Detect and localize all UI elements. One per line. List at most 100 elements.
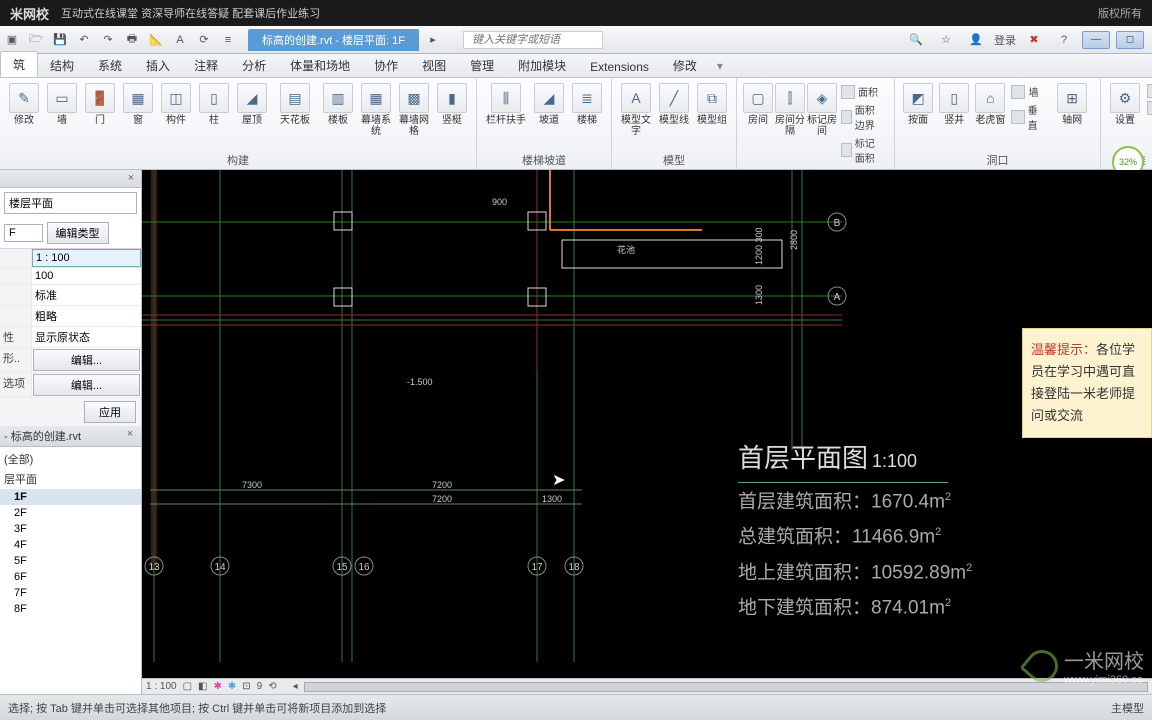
text-icon[interactable]: A (170, 30, 190, 50)
scroll-left-icon[interactable]: ◂ (293, 681, 298, 692)
app-icon[interactable]: ▣ (2, 30, 22, 50)
prop-display[interactable]: 显示原状态 (32, 327, 141, 347)
browser-close-icon[interactable]: × (123, 428, 137, 442)
tool-settings[interactable]: ⚙设置 (1107, 81, 1143, 126)
vc-icon[interactable]: ✱ (228, 681, 236, 692)
tool-room-sep[interactable]: ⫿房间分隔 (775, 81, 805, 137)
tab-manage[interactable]: 管理 (458, 53, 506, 77)
maximize-button[interactable]: ◻ (1116, 31, 1144, 49)
tab-massing[interactable]: 体量和场地 (278, 53, 362, 77)
prop-detail[interactable]: 标准 (32, 285, 141, 305)
tree-item-7f[interactable]: 7F (0, 585, 141, 601)
mini-show[interactable] (1145, 83, 1152, 99)
tool-model-text[interactable]: A模型文字 (618, 81, 654, 137)
edit-type-button[interactable]: 编辑类型 (47, 222, 109, 244)
tab-systems[interactable]: 系统 (86, 53, 134, 77)
view-type-select[interactable]: 楼层平面 (4, 192, 137, 214)
open-icon[interactable]: 🗁 (26, 30, 46, 50)
more-icon[interactable]: ≡ (218, 30, 238, 50)
tree-item-4f[interactable]: 4F (0, 537, 141, 553)
minimize-button[interactable]: — (1082, 31, 1110, 49)
redo-icon[interactable]: ↷ (98, 30, 118, 50)
tab-modify[interactable]: 修改 (661, 53, 709, 77)
vc-icon[interactable]: ⟲ (268, 681, 276, 692)
scale-display[interactable]: 1 : 100 (146, 681, 177, 692)
undo-icon[interactable]: ↶ (74, 30, 94, 50)
tool-dormer[interactable]: ⌂老虎窗 (973, 81, 1007, 126)
hscrollbar[interactable] (304, 682, 1148, 692)
tree-group-all[interactable]: (全部) (0, 449, 141, 469)
login-link[interactable]: 登录 (994, 32, 1016, 48)
tool-door[interactable]: 🚪门 (82, 81, 118, 126)
tree-item-6f[interactable]: 6F (0, 569, 141, 585)
mini-area[interactable]: 面积 (839, 83, 888, 100)
tool-curtain-system[interactable]: ▦幕墙系统 (358, 81, 394, 137)
vc-icon[interactable]: ⊡ (242, 681, 250, 692)
tool-wall[interactable]: ▭墙 (44, 81, 80, 126)
tool-mullion[interactable]: ▮竖梃 (434, 81, 470, 126)
close-x-icon[interactable]: ✖ (1024, 30, 1044, 50)
mini-ref[interactable] (1145, 100, 1152, 116)
project-browser[interactable]: (全部) 层平面 1F 2F 3F 4F 5F 6F 7F 8F (0, 447, 141, 694)
save-icon[interactable]: 💾 (50, 30, 70, 50)
tool-model-line[interactable]: ╱模型线 (656, 81, 692, 126)
document-tab[interactable]: 标高的创建.rvt - 楼层平面: 1F (248, 29, 419, 51)
tab-annotate[interactable]: 注释 (182, 53, 230, 77)
tab-insert[interactable]: 插入 (134, 53, 182, 77)
measure-icon[interactable]: 📐 (146, 30, 166, 50)
tab-extensions[interactable]: Extensions (578, 56, 661, 77)
tool-railing[interactable]: ⫼栏杆扶手 (483, 81, 529, 126)
tool-component[interactable]: ◫构件 (158, 81, 194, 126)
apply-button[interactable]: 应用 (84, 401, 136, 423)
tab-nav-icon[interactable]: ▸ (423, 30, 443, 50)
tool-shaft[interactable]: ▯竖井 (937, 81, 971, 126)
panel-close-icon[interactable]: × (124, 172, 138, 186)
vc-icon[interactable]: ▢ (183, 681, 192, 692)
prop-rough[interactable]: 粗略 (32, 306, 141, 326)
star-icon[interactable]: ☆ (936, 30, 956, 50)
vc-icon[interactable]: ✱ (214, 681, 222, 692)
vc-icon[interactable]: ◧ (198, 681, 207, 692)
tree-item-5f[interactable]: 5F (0, 553, 141, 569)
current-view-select[interactable]: F (4, 224, 43, 242)
tree-item-1f[interactable]: 1F (0, 489, 141, 505)
sync-icon[interactable]: ⟳ (194, 30, 214, 50)
binoculars-icon[interactable]: 🔍 (906, 30, 926, 50)
tab-overflow-icon[interactable]: ▾ (709, 55, 731, 77)
help-icon[interactable]: ? (1054, 30, 1074, 50)
tool-ramp[interactable]: ◢坡道 (531, 81, 567, 126)
tool-modify[interactable]: ✎修改 (6, 81, 42, 126)
tool-window[interactable]: ▦窗 (120, 81, 156, 126)
user-icon[interactable]: 👤 (966, 30, 986, 50)
vc-icon[interactable]: 9 (257, 681, 263, 692)
tool-floor[interactable]: ▥楼板 (320, 81, 356, 126)
tree-item-8f[interactable]: 8F (0, 601, 141, 617)
tool-room[interactable]: ▢房间 (743, 81, 773, 126)
tool-ceiling[interactable]: ▤天花板 (272, 81, 318, 126)
mini-vertical[interactable]: 垂直 (1009, 101, 1048, 133)
tab-addins[interactable]: 附加模块 (506, 53, 578, 77)
tool-grid[interactable]: ⊞轴网 (1050, 81, 1094, 126)
tool-roof[interactable]: ◢屋顶 (234, 81, 270, 126)
mini-tag-area[interactable]: 标记 面积 (839, 134, 888, 166)
mini-wall-opening[interactable]: 墙 (1009, 83, 1048, 100)
tree-item-2f[interactable]: 2F (0, 505, 141, 521)
prop-edit-1[interactable]: 编辑... (33, 349, 140, 371)
tool-curtain-grid[interactable]: ▩幕墙网格 (396, 81, 432, 137)
tree-floor-plans[interactable]: 层平面 (0, 469, 141, 489)
tab-analyze[interactable]: 分析 (230, 53, 278, 77)
tool-model-group[interactable]: ⧉模型组 (694, 81, 730, 126)
tab-architecture[interactable]: 筑 (0, 51, 38, 77)
prop-edit-2[interactable]: 编辑... (33, 374, 140, 396)
tool-byface[interactable]: ◩按面 (901, 81, 935, 126)
tool-column[interactable]: ▯柱 (196, 81, 232, 126)
tool-stair[interactable]: ≣楼梯 (569, 81, 605, 126)
tab-view[interactable]: 视图 (410, 53, 458, 77)
model-label[interactable]: 主模型 (1111, 700, 1144, 716)
tool-tag-room[interactable]: ◈标记房间 (807, 81, 837, 137)
drawing-canvas[interactable]: 7300 7200 7200 1300 900 2800 1200 300 13… (142, 170, 1152, 678)
prop-scale-val[interactable]: 100 (32, 268, 141, 284)
tab-structure[interactable]: 结构 (38, 53, 86, 77)
search-input[interactable] (463, 31, 603, 49)
tab-collaborate[interactable]: 协作 (362, 53, 410, 77)
